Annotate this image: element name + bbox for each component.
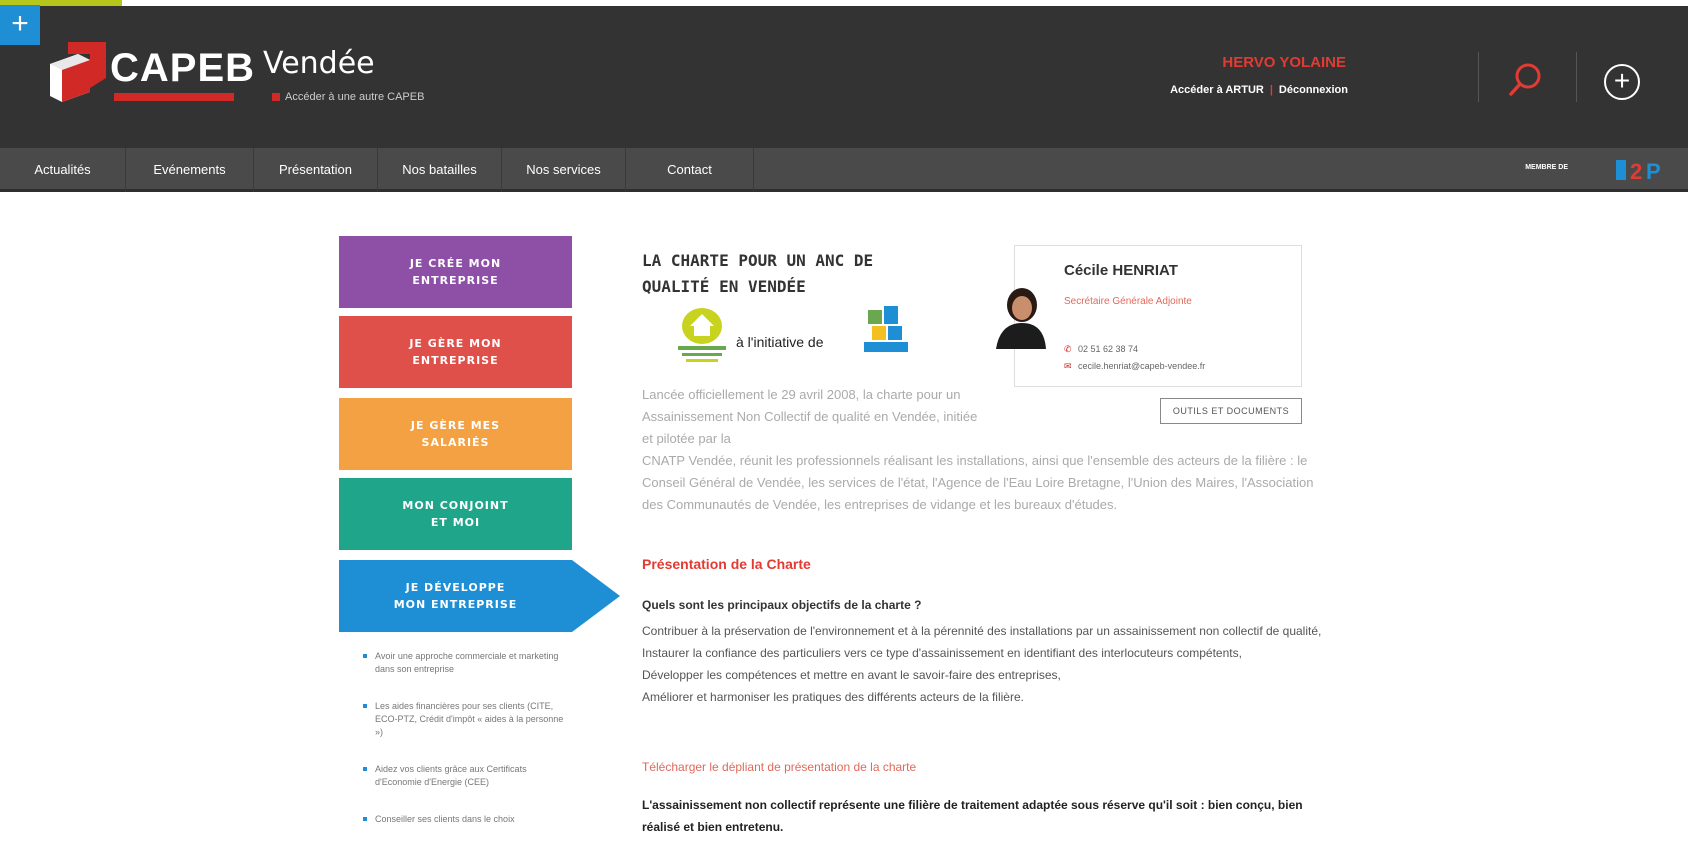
other-capeb-link[interactable]: Accéder à une autre CAPEB [272,91,424,103]
plus-tab-button[interactable]: + [0,5,40,45]
envelope-icon: ✉ [1064,361,1072,371]
contact-role: Secrétaire Générale Adjointe [1064,296,1192,307]
link-separator: | [1269,84,1273,96]
objective-item: Améliorer et harmoniser les pratiques de… [642,690,1024,704]
tile-label: MON CONJOINT ET MOI [402,499,509,529]
sub-menu-label: Les aides financières pour ses clients (… [375,701,564,737]
cnatp-logo-icon [864,306,908,352]
initiative-text: à l'initiative de [736,334,824,350]
sub-menu-label: Avoir une approche commerciale et market… [375,651,559,674]
header-divider [1576,52,1577,102]
search-icon[interactable] [1506,60,1546,100]
objectives-list: Contribuer à la préservation de l'enviro… [642,620,1322,708]
nav-item-evenements[interactable]: Evénements [126,148,254,192]
u2p-logo-icon[interactable]: 2 P [1616,158,1672,182]
objective-item: Contribuer à la préservation de l'enviro… [642,624,1322,638]
nav-item-actualites[interactable]: Actualités [0,148,126,192]
tile-label: JE CRÉE MON ENTREPRISE [409,257,502,287]
bullet-icon [363,704,367,708]
tile-label: JE DÉVELOPPE MON ENTREPRISE [393,581,518,611]
bullet-icon [363,817,367,821]
sub-menu-item[interactable]: Conseiller ses clients dans le choix [363,813,568,826]
svg-text:2: 2 [1630,159,1642,182]
logo-wordmark: CAPEB [110,46,256,90]
conclusion-text: L'assainissement non collectif représent… [642,798,1303,834]
sub-menu-item[interactable]: Les aides financières pour ses clients (… [363,700,568,739]
partner-logos [678,306,908,362]
sub-menu-item[interactable]: Avoir une approche commerciale et market… [363,650,568,676]
objective-item: Développer les compétences et mettre en … [642,668,1061,682]
tools-documents-button[interactable]: OUTILS ET DOCUMENTS [1160,398,1302,424]
logout-link[interactable]: Déconnexion [1279,84,1348,96]
logo-tagline [114,93,234,101]
objectives-question: Quels sont les principaux objectifs de l… [642,598,922,612]
tile-label: JE GÈRE MES SALARIÉS [410,419,501,449]
intro-paragraph-continued: CNATP Vendée, réunit les professionnels … [642,453,1314,512]
article-title-line: QUALITÉ EN VENDÉE [642,277,806,296]
nav-item-nos-services[interactable]: Nos services [502,148,626,192]
header-divider [1478,52,1479,102]
tile-je-gere-entreprise[interactable]: JE GÈRE MON ENTREPRISE [339,316,572,388]
other-capeb-label: Accéder à une autre CAPEB [285,91,425,103]
nav-item-nos-batailles[interactable]: Nos batailles [378,148,502,192]
member-label: MEMBRE DE [1525,164,1568,171]
email-address: cecile.henriat@capeb-vendee.fr [1078,361,1206,371]
bullet-icon [363,654,367,658]
phone-icon: ✆ [1064,344,1072,354]
sub-menu-item[interactable]: Aidez vos clients grâce aux Certificats … [363,763,568,789]
article-title-line: LA CHARTE POUR UN ANC DE [642,251,874,270]
region-title: Vendée [263,46,375,81]
nav-item-contact[interactable]: Contact [626,148,754,192]
tile-label: JE GÈRE MON ENTREPRISE [409,337,502,367]
tile-je-cree[interactable]: JE CRÉE MON ENTREPRISE [339,236,572,308]
bullet-icon [363,767,367,771]
capeb-cube-icon [50,42,106,102]
contact-name: Cécile HENRIAT [1064,262,1178,279]
tile-je-developpe[interactable]: JE DÉVELOPPE MON ENTREPRISE [339,560,572,632]
phone-number: 02 51 62 38 74 [1078,344,1139,354]
intro-paragraph: Lancée officiellement le 29 avril 2008, … [642,387,978,446]
sub-menu-label: Conseiller ses clients dans le choix [375,814,515,824]
objective-item: Instaurer la confiance des particuliers … [642,646,1242,660]
nav-item-presentation[interactable]: Présentation [254,148,378,192]
capeb-logo[interactable]: CAPEB [50,38,254,108]
home-icon [272,93,280,102]
artur-link[interactable]: Accéder à ARTUR [1170,84,1264,96]
site-header: CAPEB Vendée Accéder à une autre CAPEB H… [0,6,1688,148]
article-title: LA CHARTE POUR UN ANC DE QUALITÉ EN VEND… [642,248,873,300]
user-name: HERVO YOLAINE [1222,54,1346,71]
contact-email[interactable]: ✉ cecile.henriat@capeb-vendee.fr [1064,361,1205,372]
active-tile-arrow [572,560,620,632]
contact-avatar [996,288,1046,349]
main-nav: Actualités Evénements Présentation Nos b… [0,148,1688,192]
tile-mon-conjoint[interactable]: MON CONJOINT ET MOI [339,478,572,550]
svg-text:P: P [1646,159,1661,182]
tile-je-gere-salaries[interactable]: JE GÈRE MES SALARIÉS [339,398,572,470]
anc-quality-logo-icon [678,308,726,362]
plus-circle-icon[interactable]: + [1604,64,1640,100]
user-links: Accéder à ARTUR | Déconnexion [1170,84,1348,96]
contact-phone[interactable]: ✆ 02 51 62 38 74 [1064,344,1138,355]
sub-menu: Avoir une approche commerciale et market… [363,650,568,850]
download-brochure-link[interactable]: Télécharger le dépliant de présentation … [642,760,916,774]
section-title: Présentation de la Charte [642,556,811,572]
sub-menu-label: Aidez vos clients grâce aux Certificats … [375,764,527,787]
